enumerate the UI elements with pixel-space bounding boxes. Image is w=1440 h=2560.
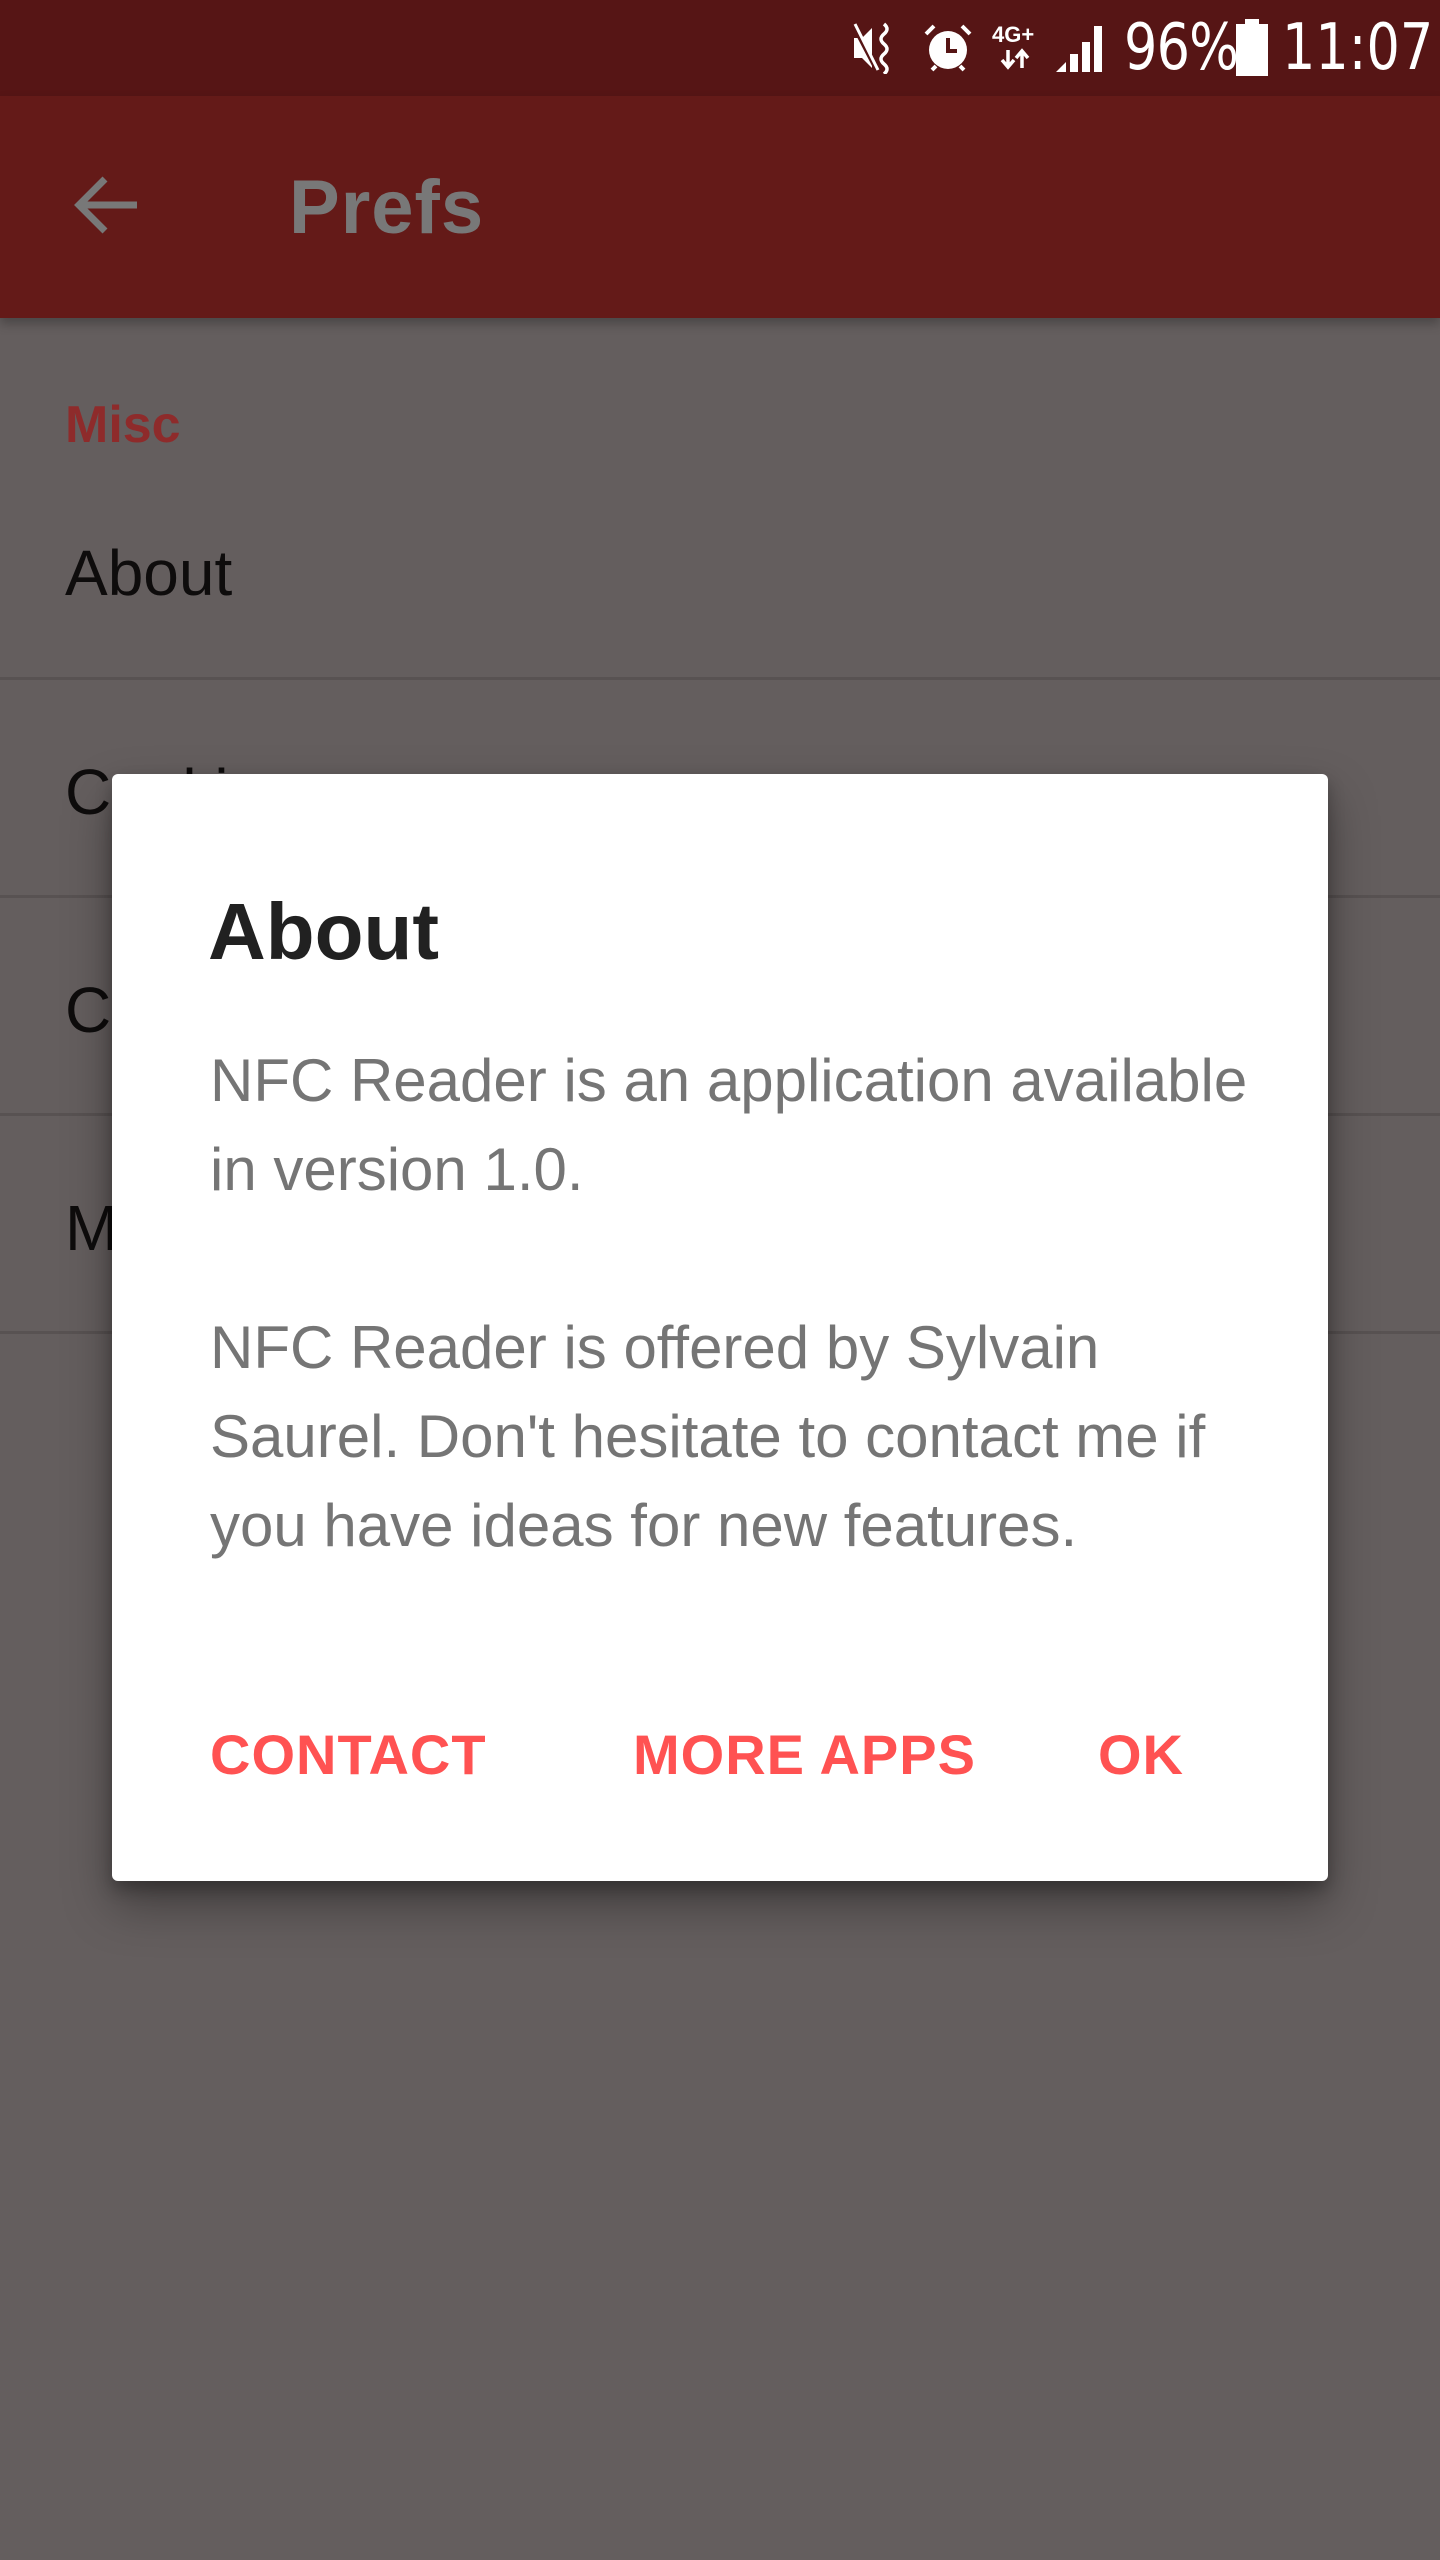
dialog-message: NFC Reader is an application available i… [210, 1036, 1270, 1570]
back-button[interactable] [56, 157, 156, 257]
battery-icon [1234, 0, 1270, 96]
contact-button[interactable]: CONTACT [210, 1704, 487, 1804]
clock: 11:07 [1282, 11, 1434, 85]
network-type-label: 4G+ [992, 22, 1034, 47]
app-toolbar: Prefs [0, 96, 1440, 318]
more-apps-button[interactable]: MORE APPS [633, 1704, 976, 1804]
page-title: Prefs [289, 165, 485, 250]
battery-percent: 96% [1124, 11, 1239, 85]
dialog-paragraph-version: NFC Reader is an application available i… [210, 1047, 1248, 1203]
dialog-title: About [208, 887, 440, 976]
signal-strength-icon [1054, 0, 1108, 96]
dialog-actions: CONTACT MORE APPS OK [112, 1704, 1328, 1804]
mute-vibrate-icon [852, 0, 892, 96]
alarm-icon [922, 0, 974, 96]
about-dialog: About NFC Reader is an application avail… [112, 774, 1328, 1881]
4g-plus-data-icon: 4G+ [990, 0, 1046, 96]
ok-button[interactable]: OK [1098, 1704, 1184, 1804]
dialog-paragraph-author: NFC Reader is offered by Sylvain Saurel.… [210, 1314, 1206, 1559]
status-bar: 4G+ 96% 11:07 [0, 0, 1440, 96]
arrow-back-icon [71, 170, 141, 245]
